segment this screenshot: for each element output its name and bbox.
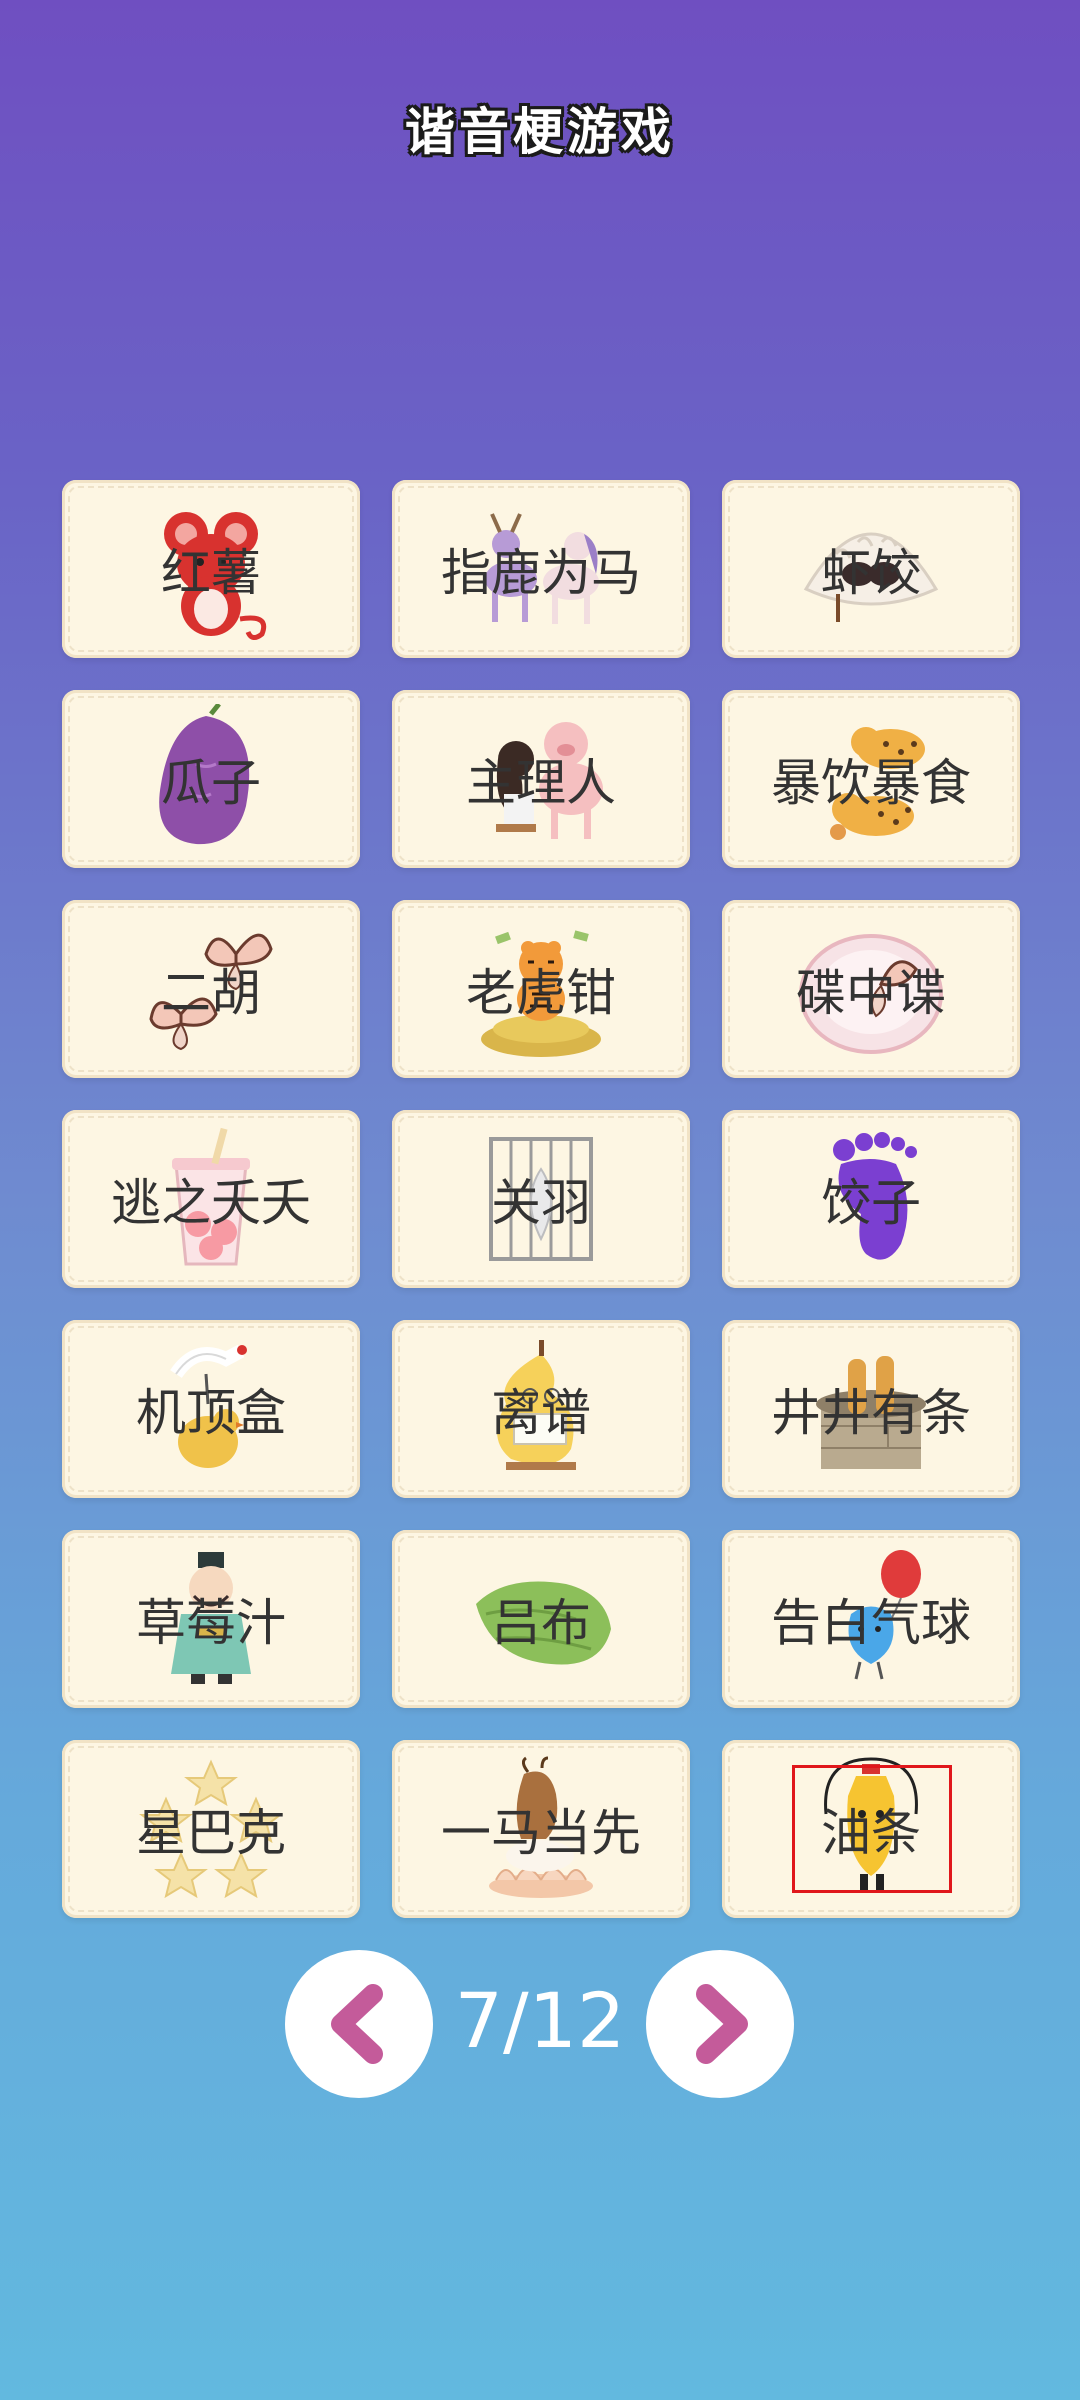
card-li-pu[interactable]: 离谱 — [392, 1320, 690, 1498]
card-guan-yu[interactable]: 关羽 — [392, 1110, 690, 1288]
page-title: 谐音梗游戏 — [405, 102, 675, 161]
card-label: 主理人 — [466, 754, 616, 812]
card-label: 机顶盒 — [136, 1384, 286, 1442]
card-hong-shu[interactable]: 红薯 — [62, 480, 360, 658]
card-label: 饺子 — [821, 1174, 921, 1232]
card-label: 指鹿为马 — [441, 544, 641, 602]
card-label: 星巴克 — [136, 1804, 286, 1862]
card-gua-zi[interactable]: 瓜子 — [62, 690, 360, 868]
card-label: 红薯 — [161, 544, 261, 602]
page-indicator: 7/12 — [454, 1976, 626, 2065]
card-xia-jiao[interactable]: 虾饺 — [722, 480, 1020, 658]
pagination: 7/12 — [0, 1950, 1080, 2100]
card-label: 井井有条 — [771, 1384, 971, 1442]
card-tao-zhi-yao-yao[interactable]: 逃之夭夭 — [62, 1110, 360, 1288]
card-zhi-lu-wei-ma[interactable]: 指鹿为马 — [392, 480, 690, 658]
card-label: 逃之夭夭 — [111, 1174, 311, 1232]
chevron-left-icon — [331, 1984, 383, 2064]
next-page-button[interactable] — [646, 1950, 794, 2098]
card-die-zhong-die[interactable]: 碟中谍 — [722, 900, 1020, 1078]
selection-highlight — [792, 1765, 952, 1893]
card-jing-jing-you-tiao[interactable]: 井井有条 — [722, 1320, 1020, 1498]
card-yi-ma-dang-xian[interactable]: 一马当先 — [392, 1740, 690, 1918]
card-label: 离谱 — [491, 1384, 591, 1442]
card-label: 关羽 — [491, 1174, 591, 1232]
card-label: 吕布 — [491, 1594, 591, 1652]
card-lao-hu-qian[interactable]: 老虎钳 — [392, 900, 690, 1078]
card-label: 瓜子 — [161, 754, 261, 812]
chevron-right-icon — [696, 1984, 748, 2064]
card-er-hu[interactable]: 二胡 — [62, 900, 360, 1078]
card-label: 二胡 — [161, 964, 261, 1022]
card-label: 老虎钳 — [466, 964, 616, 1022]
card-label: 草莓汁 — [136, 1594, 286, 1652]
card-label: 告白气球 — [771, 1594, 971, 1652]
card-label: 一马当先 — [441, 1804, 641, 1862]
card-label: 虾饺 — [821, 544, 921, 602]
card-xing-ba-ke[interactable]: 星巴克 — [62, 1740, 360, 1918]
card-grid: 红薯 指鹿为马 虾饺 瓜子 主理人 暴饮暴食 二胡 老虎钳 碟中谍 逃之夭夭 关… — [62, 480, 1020, 1918]
previous-page-button[interactable] — [285, 1950, 433, 2098]
card-ji-ding-he[interactable]: 机顶盒 — [62, 1320, 360, 1498]
card-jiao-zi[interactable]: 饺子 — [722, 1110, 1020, 1288]
card-cao-mei-zhi[interactable]: 草莓汁 — [62, 1530, 360, 1708]
card-label: 暴饮暴食 — [771, 754, 971, 812]
card-you-tiao[interactable]: 油条 — [722, 1740, 1020, 1918]
card-gao-bai-qi-qiu[interactable]: 告白气球 — [722, 1530, 1020, 1708]
card-bao-yin-bao-shi[interactable]: 暴饮暴食 — [722, 690, 1020, 868]
card-lv-bu[interactable]: 吕布 — [392, 1530, 690, 1708]
card-label: 碟中谍 — [796, 964, 946, 1022]
card-zhu-li-ren[interactable]: 主理人 — [392, 690, 690, 868]
